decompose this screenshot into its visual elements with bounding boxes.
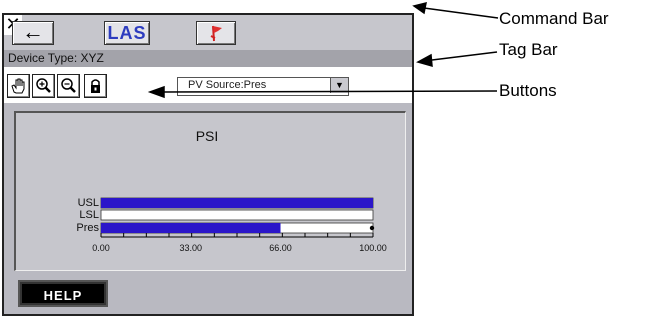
chart-title: PSI: [196, 128, 219, 144]
las-button[interactable]: LAS: [104, 21, 150, 45]
x-tick-label: 100.00: [359, 243, 387, 253]
callout-tag-bar: Tag Bar: [499, 40, 558, 59]
x-tick-label: 66.00: [269, 243, 292, 253]
tag-bar-arrowhead: [416, 53, 433, 68]
tag-bar-leader: [431, 51, 498, 61]
help-button[interactable]: HELP: [18, 280, 108, 307]
bar-chart: PSI USLLSLPres 0.00 33.00 66.00 100.00: [76, 128, 387, 253]
command-bar: ← LAS ✕: [4, 15, 412, 50]
x-tick-label: 0.00: [92, 243, 110, 253]
zoom-in-button[interactable]: [32, 74, 55, 98]
lock-button[interactable]: [84, 74, 107, 98]
tag-bar: Device Type: XYZ: [4, 50, 412, 67]
pv-source-dropdown[interactable]: PV Source:Pres ▼: [177, 77, 349, 96]
command-bar-arrowhead: [412, 1, 427, 15]
pv-source-value: PV Source:Pres: [188, 79, 267, 91]
lock-icon: [91, 79, 100, 93]
pan-button[interactable]: [7, 74, 30, 98]
category-label-usl: USL: [78, 197, 99, 209]
command-bar-leader: [423, 7, 499, 19]
callout-command-bar: Command Bar: [499, 9, 609, 28]
zoom-out-icon: [61, 78, 76, 93]
hand-icon: [11, 78, 25, 94]
bar-track-lsl: [100, 209, 374, 221]
zoom-in-icon: [36, 78, 51, 93]
chart-panel: PSI USL LSL Pres 0.00 33.00 66.00 100.00: [14, 111, 406, 271]
flag-button[interactable]: [196, 21, 236, 45]
category-label-pres: Pres: [76, 222, 99, 234]
back-button[interactable]: ←: [12, 21, 54, 45]
bar-usl: [101, 198, 373, 208]
device-type-label: Device Type: XYZ: [8, 51, 104, 65]
device-screen: ← LAS ✕ Device Type: XYZ: [2, 13, 414, 316]
button-toolbar: PV Source:Pres ▼: [4, 67, 412, 103]
bar-pres: [101, 223, 281, 233]
zoom-out-button[interactable]: [57, 74, 80, 98]
category-label-lsl: LSL: [79, 209, 99, 221]
callout-buttons: Buttons: [499, 81, 557, 100]
chevron-down-icon[interactable]: ▼: [330, 78, 348, 93]
pres-marker-dot: [369, 225, 375, 231]
back-arrow-icon: ←: [22, 19, 44, 44]
x-tick-label: 33.00: [179, 243, 202, 253]
flag-icon: [210, 25, 222, 42]
